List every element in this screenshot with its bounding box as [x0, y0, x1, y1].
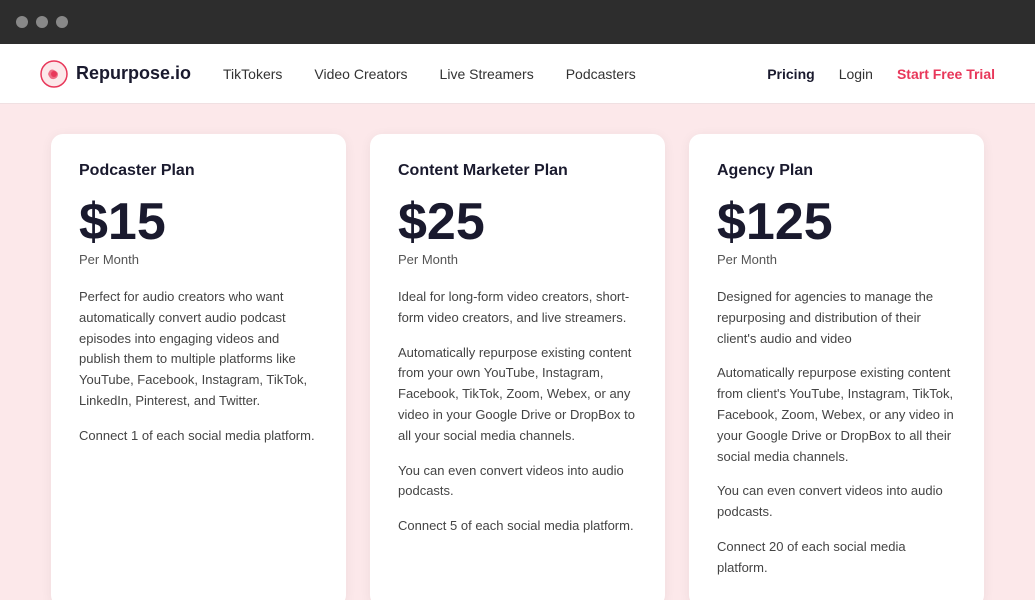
plan-period-1: Per Month — [398, 252, 637, 267]
nav-pricing[interactable]: Pricing — [767, 66, 814, 82]
nav-podcasters[interactable]: Podcasters — [566, 66, 636, 82]
plan-name-0: Podcaster Plan — [79, 162, 318, 180]
plan-card-1: Content Marketer Plan $25 Per Month Ideal f… — [370, 134, 665, 600]
plan-name-2: Agency Plan — [717, 162, 956, 180]
plan-desc-1-0: Ideal for long-form video creators, shor… — [398, 287, 637, 329]
nav-live-streamers[interactable]: Live Streamers — [440, 66, 534, 82]
browser-dot-yellow — [36, 16, 48, 28]
plan-desc-2-3: Connect 20 of each social media platform… — [717, 537, 956, 579]
plan-price-2: $125 — [717, 196, 956, 248]
logo[interactable]: Repurpose.io — [40, 60, 191, 88]
plan-desc-0-1: Connect 1 of each social media platform. — [79, 426, 318, 447]
plan-card-0: Podcaster Plan $15 Per Month Perfect for au… — [51, 134, 346, 600]
nav-tiktokers[interactable]: TikTokers — [223, 66, 282, 82]
plan-desc-1-1: Automatically repurpose existing content… — [398, 343, 637, 447]
nav-right: Pricing Login Start Free Trial — [767, 66, 995, 82]
logo-text: Repurpose.io — [76, 63, 191, 84]
plan-desc-2-0: Designed for agencies to manage the repu… — [717, 287, 956, 349]
plan-price-1: $25 — [398, 196, 637, 248]
browser-dot-green — [56, 16, 68, 28]
nav-login[interactable]: Login — [839, 66, 873, 82]
nav-video-creators[interactable]: Video Creators — [314, 66, 407, 82]
plan-price-0: $15 — [79, 196, 318, 248]
logo-icon — [40, 60, 68, 88]
plan-desc-1-3: Connect 5 of each social media platform. — [398, 516, 637, 537]
browser-dot-red — [16, 16, 28, 28]
navbar: Repurpose.io TikTokers Video Creators Li… — [0, 44, 1035, 104]
browser-chrome — [0, 0, 1035, 44]
nav-start-free-trial[interactable]: Start Free Trial — [897, 66, 995, 82]
plan-desc-0-0: Perfect for audio creators who want auto… — [79, 287, 318, 412]
pricing-section: Podcaster Plan $15 Per Month Perfect for au… — [0, 104, 1035, 600]
plan-card-2: Agency Plan $125 Per Month Designed for age… — [689, 134, 984, 600]
plan-desc-1-2: You can even convert videos into audio p… — [398, 461, 637, 503]
plan-period-2: Per Month — [717, 252, 956, 267]
plan-desc-2-1: Automatically repurpose existing content… — [717, 363, 956, 467]
nav-links: TikTokers Video Creators Live Streamers … — [223, 66, 767, 82]
plan-name-1: Content Marketer Plan — [398, 162, 637, 180]
plan-desc-2-2: You can even convert videos into audio p… — [717, 481, 956, 523]
plan-period-0: Per Month — [79, 252, 318, 267]
page-wrapper: Repurpose.io TikTokers Video Creators Li… — [0, 44, 1035, 600]
